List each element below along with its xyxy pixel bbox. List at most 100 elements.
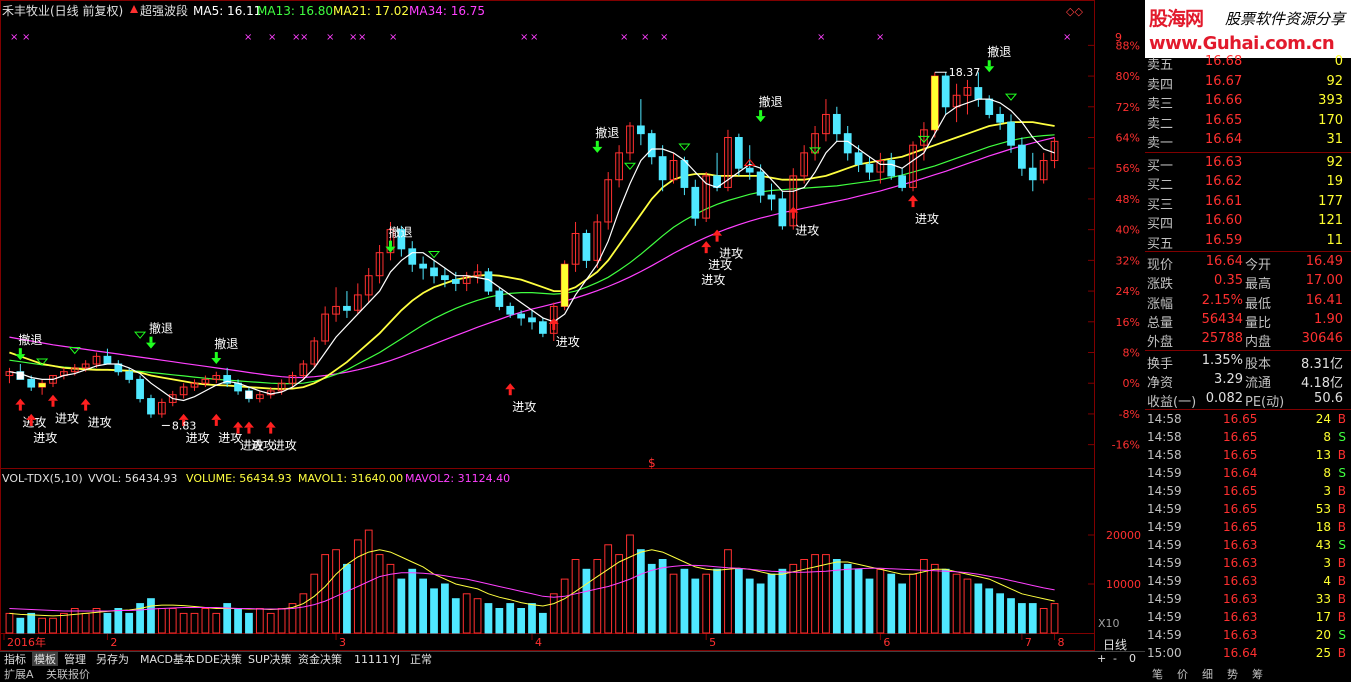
toolbar-button[interactable]: MACD基本 [138,652,197,667]
signal-mark: × [22,32,30,43]
panel-tab[interactable]: 细 [1195,666,1220,682]
volume-bar [680,568,689,634]
tick-side: S [1338,537,1346,552]
volume-bar [593,559,602,634]
volume-bar [103,612,112,634]
stat-label: 涨跌 [1147,277,1174,293]
period-selector[interactable]: 日线 [1095,636,1145,652]
volume-bar [756,583,765,634]
toolbar-button[interactable]: 11111 [352,652,391,667]
toolbar-button[interactable]: 正常 [408,652,434,667]
tick-price: 16.65 [1223,519,1258,534]
stat-value: 16.41 [1305,292,1343,308]
attack-label: 进攻 [915,212,939,226]
stat-label: 最高 [1245,277,1272,293]
volume-bar [408,568,417,634]
tick-row: 14:58 16.65 8 S [1145,428,1351,446]
candle-body [343,305,351,311]
candle-body [125,371,134,380]
tab-extend-a[interactable]: 扩展A [4,666,34,682]
toolbar-button[interactable]: 指标 [2,652,28,667]
volume-bar [865,578,874,634]
ma13-line [9,121,1055,390]
tick-side: B [1337,447,1346,462]
ask-label: 卖五 [1147,58,1174,73]
price-tick-label: 0% [1123,377,1140,390]
tick-volume: 8 [1323,429,1331,444]
guhai-logo[interactable]: 股海网 股票软件资源分享 www.Guhai.com.cn [1145,0,1351,58]
candle-body [528,317,536,323]
red-up-arrow-icon [130,5,138,13]
toolbar-button[interactable]: 模板 [32,652,58,667]
zoom-out-button[interactable]: - [1113,652,1117,665]
attack-label: 进攻 [186,431,210,445]
tick-volume: 33 [1315,591,1331,606]
panel-tab[interactable]: 筹 [1245,666,1270,682]
tick-volume: 3 [1323,555,1331,570]
volume-bar [974,583,983,634]
toolbar-button[interactable]: 资金决策 [296,652,344,667]
stat-value: 0.082 [1205,390,1243,406]
green-down-arrow-icon [211,358,222,365]
volume-bar [125,612,134,634]
volume-bar [1028,603,1037,634]
tick-price: 16.65 [1223,483,1258,498]
price-tick-label: -16% [1112,439,1140,452]
bid-label: 买一 [1147,158,1174,174]
highlight-candle [931,76,939,130]
toolbar-button[interactable]: SUP决策 [246,652,294,667]
candle-body [941,75,950,108]
tick-price: 16.63 [1223,555,1258,570]
toolbar-button[interactable]: 另存为 [94,652,131,667]
panel-tabs: 笔价细势筹 [1145,666,1351,682]
toolbar-button[interactable]: YJ [388,652,402,667]
attack-label: 进攻 [251,439,275,453]
candle-body [985,98,994,115]
volume-bar [517,608,525,634]
toolbar-button[interactable]: DDE决策 [194,652,244,667]
stat-label: 总量 [1147,315,1174,331]
tick-time: 14:59 [1147,465,1182,480]
hollow-down-arrow-icon [678,143,691,151]
volume-bar [724,549,732,634]
retreat-label: 撤退 [759,94,783,109]
tick-price: 16.63 [1223,627,1258,642]
toolbar-button[interactable]: 管理 [62,652,88,667]
candle-body [1018,144,1026,169]
tick-row: 14:58 16.65 13 B [1145,446,1351,464]
hollow-down-arrow-icon [623,162,637,170]
zoom-reset-button[interactable]: 0 [1129,652,1136,665]
vol-unit-label: X10 [1098,617,1120,630]
price-tick-label: 32% [1116,254,1140,267]
green-down-arrow-icon [149,336,153,343]
bid-label: 买四 [1147,217,1174,232]
ask-volume: 170 [1318,112,1343,128]
highlight-candle [245,390,253,399]
ask-volume: 393 [1318,93,1343,108]
candle-body [517,313,525,319]
zoom-in-button[interactable]: + [1097,652,1106,665]
candle-body [865,163,874,173]
signal-mark: × [817,32,825,43]
tick-time: 14:58 [1147,429,1182,444]
tick-row: 14:59 16.63 20 S [1145,626,1351,644]
volume-bar [299,593,308,634]
candle-body [974,87,983,100]
panel-tab[interactable]: 价 [1170,666,1195,682]
tick-volume: 3 [1323,483,1331,498]
candle-body [887,160,896,177]
panel-tab[interactable]: 势 [1220,666,1245,682]
volume-bar [506,603,515,634]
signal-mark: × [349,32,357,43]
period-label: 日线 [1103,638,1128,652]
volume-bar [571,559,580,634]
tab-related-quote[interactable]: 关联报价 [46,666,90,682]
dollar-mark: $ [648,456,656,470]
panel-tab[interactable]: 笔 [1145,666,1170,682]
volume-bar [343,563,351,634]
candle-body [147,398,155,415]
vol-tick-label: 20000 [1106,529,1141,542]
stat-row: 净资 3.29 流通 4.18亿 [1145,370,1351,391]
tick-time: 14:59 [1147,519,1182,534]
indicator-name: 超强波段 [140,3,188,18]
